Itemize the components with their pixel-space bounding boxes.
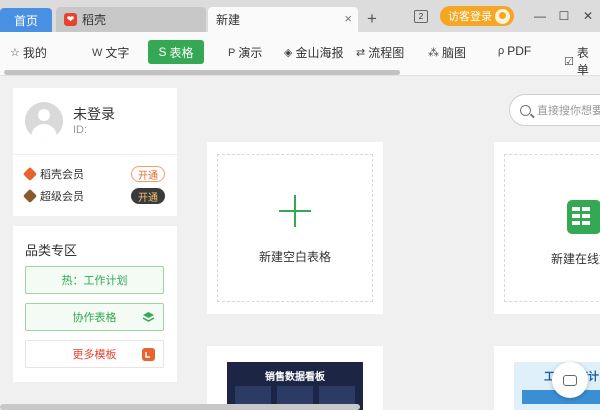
w-icon: W (92, 46, 103, 59)
toolbar-label: 金山海报 (295, 46, 344, 60)
user-avatar-icon (495, 8, 510, 24)
search-icon (520, 104, 531, 116)
tab-docer[interactable]: ❤ 稻壳 (56, 7, 206, 32)
template-search-input[interactable]: 直接搜你想要 (509, 94, 600, 126)
toolbar-item-mindmap[interactable]: ⁂ 脑图 (428, 44, 466, 61)
category-card: 品类专区 热：工作计划 协作表格 更多模板 (13, 226, 177, 382)
user-id-label: ID: (73, 124, 88, 136)
open-super-member-button[interactable]: 开通 (131, 188, 165, 204)
horizontal-scrollbar[interactable] (0, 404, 360, 410)
chat-support-button[interactable] (552, 362, 588, 398)
window-controls: 2 访客登录 — ☐ ✕ (414, 6, 600, 26)
tab-close-icon[interactable]: × (344, 11, 352, 26)
more-templates-label: 更多模板 (72, 349, 117, 361)
docer-member-icon (22, 166, 38, 182)
plus-icon-vertical (294, 195, 296, 227)
maximize-button[interactable]: ☐ (552, 9, 576, 23)
toolbar-item-presentation[interactable]: P 演示 (228, 44, 262, 61)
super-member-icon (22, 188, 38, 204)
user-card: 未登录 ID: 稻壳会员 开通 超级会员 开通 (13, 88, 177, 216)
flow-icon: ⇄ (356, 47, 366, 59)
user-name[interactable]: 未登录 (73, 104, 115, 124)
toolbar-label: 演示 (238, 46, 263, 60)
template-title: 销售数据看板 (265, 372, 325, 383)
toolbar-item-pdf[interactable]: ρ PDF (498, 44, 531, 58)
tab-new-label: 新建 (216, 13, 241, 27)
chat-icon (563, 374, 577, 386)
membership-label: 稻壳会员 (40, 169, 84, 181)
visitor-login-label: 访客登录 (448, 11, 492, 23)
new-blank-sheet-label: 新建空白表格 (258, 250, 331, 264)
membership-row-super: 超级会员 开通 (22, 188, 165, 204)
toolbar-label: 文字 (105, 46, 130, 60)
toolbar-scrollbar[interactable] (4, 70, 400, 75)
more-templates-button[interactable]: 更多模板 (25, 340, 164, 368)
new-blank-sheet-card[interactable]: 新建空白表格 (207, 142, 383, 314)
toolbar-label: 表格 (169, 45, 194, 60)
pdf-icon: ρ (498, 45, 505, 57)
toolbar-label: 流程图 (368, 46, 405, 60)
poster-icon: ◈ (284, 47, 293, 59)
form-icon: ☑ (564, 55, 574, 68)
star-icon: ☆ (10, 47, 20, 59)
toolbar-item-flowchart[interactable]: ⇄ 流程图 (356, 44, 404, 61)
s-icon: S (158, 45, 167, 59)
title-bar: 首页 ❤ 稻壳 新建 × + 2 访客登录 — ☐ ✕ (0, 0, 600, 32)
category-title: 品类专区 (25, 243, 78, 258)
toolbar-label: 我的 (22, 46, 47, 60)
search-placeholder: 直接搜你想要 (537, 105, 600, 117)
template-thumbnail: 销售数据看板 (227, 362, 363, 410)
membership-row-docer: 稻壳会员 开通 (22, 166, 165, 182)
toolbar-item-writer[interactable]: W 文字 (92, 44, 129, 61)
template-card-sales-dashboard[interactable]: 销售数据看板 (207, 346, 383, 410)
tab-home[interactable]: 首页 (0, 8, 52, 32)
docer-logo-icon (142, 348, 155, 361)
toolbar-label: 表单 (576, 46, 589, 77)
dashed-border (217, 154, 373, 302)
minimize-button[interactable]: — (528, 9, 552, 23)
toolbar-item-spreadsheet[interactable]: S 表格 (148, 40, 204, 64)
close-window-button[interactable]: ✕ (576, 9, 600, 23)
collab-sheet-label: 协作表格 (72, 312, 117, 324)
collab-sheet-button[interactable]: 协作表格 (25, 303, 164, 331)
toolbar-item-mine[interactable]: ☆ 我的 (10, 44, 47, 61)
toolbar-item-form[interactable]: ☑ 表单 (564, 44, 600, 78)
open-docer-member-button[interactable]: 开通 (131, 166, 165, 182)
app-type-toolbar: ☆ 我的 W 文字 S 表格 P 演示 ◈ 金山海报 ⇄ 流程图 ⁂ 脑图 ρ … (0, 32, 600, 78)
tab-docer-label: 稻壳 (82, 13, 107, 27)
p-icon: P (228, 46, 236, 59)
new-online-doc-card[interactable]: 新建在线文档 (494, 142, 600, 314)
tab-new[interactable]: 新建 × (208, 7, 358, 32)
divider (13, 154, 177, 155)
new-online-doc-label: 新建在线文档 (551, 252, 600, 266)
docer-logo-icon: ❤ (64, 13, 77, 26)
window-count-icon[interactable]: 2 (414, 9, 428, 23)
layers-icon (142, 312, 155, 322)
online-sheet-icon (567, 200, 600, 234)
avatar[interactable] (25, 102, 63, 140)
membership-label: 超级会员 (40, 191, 84, 203)
toolbar-label: 脑图 (442, 46, 467, 60)
visitor-login-button[interactable]: 访客登录 (440, 6, 514, 26)
toolbar-item-poster[interactable]: ◈ 金山海报 (284, 44, 343, 61)
toolbar-label: PDF (507, 44, 532, 58)
mindmap-icon: ⁂ (428, 47, 439, 59)
add-tab-button[interactable]: + (362, 6, 382, 31)
work-plan-button[interactable]: 热：工作计划 (25, 266, 164, 294)
